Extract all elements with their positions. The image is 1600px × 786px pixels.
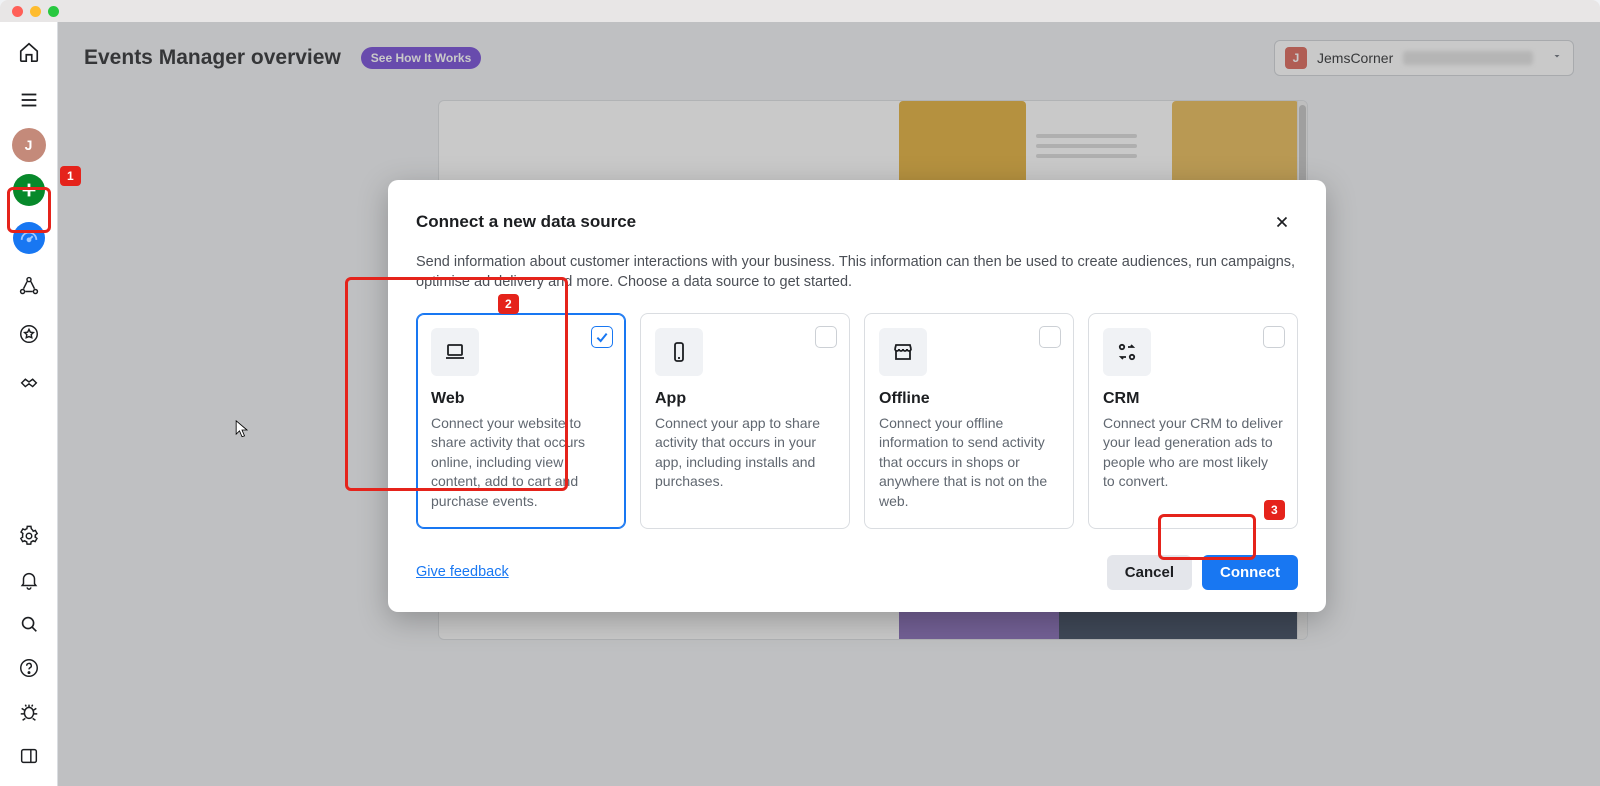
option-app-title: App bbox=[655, 390, 835, 408]
sidebar-avatar[interactable]: J bbox=[12, 128, 46, 162]
option-offline-checkbox[interactable] bbox=[1039, 326, 1061, 348]
option-web-desc: Connect your website to share activity t… bbox=[431, 414, 611, 512]
option-offline[interactable]: Offline Connect your offline information… bbox=[864, 313, 1074, 529]
home-icon[interactable] bbox=[9, 32, 49, 72]
option-web-checkbox[interactable] bbox=[591, 326, 613, 348]
add-data-source-button[interactable] bbox=[9, 170, 49, 210]
left-sidebar: J bbox=[0, 22, 58, 786]
option-crm[interactable]: CRM Connect your CRM to deliver your lea… bbox=[1088, 313, 1298, 529]
modal-description: Send information about customer interact… bbox=[416, 252, 1298, 293]
overview-gauge-icon[interactable] bbox=[9, 218, 49, 258]
connect-button[interactable]: Connect bbox=[1202, 555, 1298, 590]
people-transfer-icon bbox=[1103, 328, 1151, 376]
menu-icon[interactable] bbox=[9, 80, 49, 120]
cancel-button[interactable]: Cancel bbox=[1107, 555, 1192, 590]
laptop-icon bbox=[431, 328, 479, 376]
traffic-light-close[interactable] bbox=[12, 6, 23, 17]
traffic-light-minimize[interactable] bbox=[30, 6, 41, 17]
search-icon[interactable] bbox=[9, 604, 49, 644]
partner-icon[interactable] bbox=[9, 362, 49, 402]
option-app-desc: Connect your app to share activity that … bbox=[655, 414, 835, 492]
traffic-light-zoom[interactable] bbox=[48, 6, 59, 17]
give-feedback-link[interactable]: Give feedback bbox=[416, 564, 509, 580]
settings-icon[interactable] bbox=[9, 516, 49, 556]
modal-title: Connect a new data source bbox=[416, 212, 636, 232]
option-crm-title: CRM bbox=[1103, 390, 1283, 408]
option-offline-title: Offline bbox=[879, 390, 1059, 408]
option-app-checkbox[interactable] bbox=[815, 326, 837, 348]
option-crm-desc: Connect your CRM to deliver your lead ge… bbox=[1103, 414, 1283, 492]
option-web[interactable]: Web Connect your website to share activi… bbox=[416, 313, 626, 529]
option-crm-checkbox[interactable] bbox=[1263, 326, 1285, 348]
store-icon bbox=[879, 328, 927, 376]
option-offline-desc: Connect your offline information to send… bbox=[879, 414, 1059, 512]
connect-data-source-modal: Connect a new data source Send informati… bbox=[388, 180, 1326, 612]
option-app[interactable]: App Connect your app to share activity t… bbox=[640, 313, 850, 529]
bug-icon[interactable] bbox=[9, 692, 49, 732]
mac-titlebar bbox=[0, 0, 1600, 22]
close-button[interactable] bbox=[1266, 206, 1298, 238]
option-web-title: Web bbox=[431, 390, 611, 408]
panel-icon[interactable] bbox=[9, 736, 49, 776]
star-icon[interactable] bbox=[9, 314, 49, 354]
phone-icon bbox=[655, 328, 703, 376]
main-content: Events Manager overview See How It Works… bbox=[58, 22, 1600, 786]
connections-icon[interactable] bbox=[9, 266, 49, 306]
help-icon[interactable] bbox=[9, 648, 49, 688]
notifications-icon[interactable] bbox=[9, 560, 49, 600]
